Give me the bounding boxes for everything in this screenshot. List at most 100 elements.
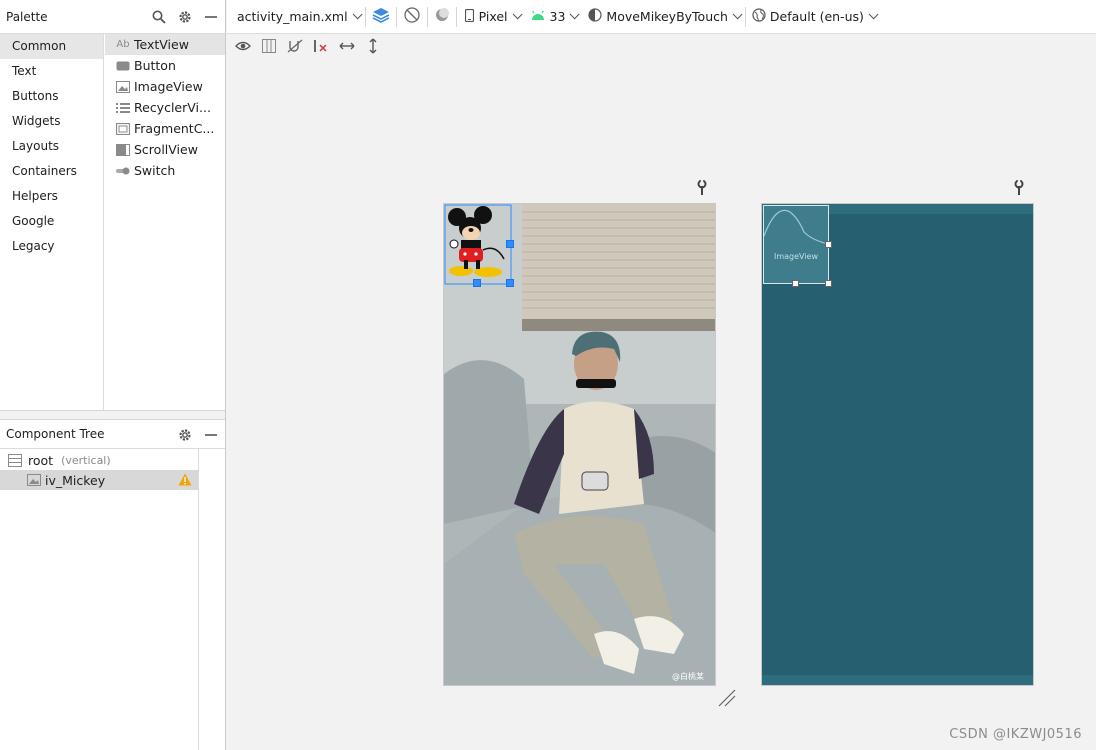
clear-constraints-icon <box>313 39 329 56</box>
palette-title: Palette <box>6 9 48 24</box>
vertical-arrows-icon <box>368 38 378 57</box>
android-icon <box>531 9 545 24</box>
file-dropdown[interactable]: activity_main.xml <box>227 0 365 34</box>
category-common[interactable]: Common <box>0 34 103 59</box>
design-preview[interactable]: @白桃某 <box>443 203 716 686</box>
view-options-toolbar <box>227 34 1096 60</box>
category-containers[interactable]: Containers <box>0 159 103 184</box>
widget-scrollview[interactable]: ScrollView <box>105 139 225 160</box>
category-helpers[interactable]: Helpers <box>0 184 103 209</box>
resize-handle[interactable] <box>506 240 514 248</box>
minimize-icon[interactable] <box>203 427 219 443</box>
textview-icon: Ab <box>116 39 130 50</box>
resize-handle[interactable] <box>825 241 832 248</box>
theme-icon <box>588 8 603 25</box>
imageview-icon <box>115 80 131 94</box>
widget-switch[interactable]: Switch <box>105 160 225 181</box>
locale-dropdown[interactable]: Default (en-us) <box>746 0 881 34</box>
imageview-icon <box>26 472 42 488</box>
fragmentcontainer-icon <box>115 122 131 136</box>
palette-widgets: Ab TextView Button ImageView RecyclerVi.… <box>105 34 225 410</box>
search-icon[interactable] <box>151 9 167 25</box>
panel-splitter[interactable] <box>0 410 225 420</box>
tree-node-label: root <box>28 452 54 468</box>
tree-node-iv-mickey[interactable]: iv_Mickey <box>0 470 198 490</box>
design-canvas[interactable]: @白桃某 ImageView CSDN @IKZWJ0516 <box>227 60 1096 750</box>
tree-node-root[interactable]: root (vertical) <box>0 450 198 470</box>
api-level: 33 <box>549 9 566 24</box>
resize-handle[interactable] <box>825 280 832 287</box>
canvas-resize-icon[interactable] <box>717 688 737 708</box>
category-legacy[interactable]: Legacy <box>0 234 103 259</box>
orientation-dropdown[interactable] <box>397 0 427 34</box>
theme-dropdown[interactable]: MoveMikeyByTouch <box>582 0 745 34</box>
widget-label: Button <box>134 58 176 73</box>
widget-textview[interactable]: Ab TextView <box>105 34 225 55</box>
widget-recyclerview[interactable]: RecyclerVi... <box>105 97 225 118</box>
api-dropdown[interactable]: 33 <box>525 0 583 34</box>
background-photo: @白桃某 <box>444 204 715 685</box>
widget-imageview[interactable]: ImageView <box>105 76 225 97</box>
magnet-off-icon <box>287 39 303 56</box>
orientation-icon <box>403 6 421 27</box>
minimize-icon[interactable] <box>203 9 219 25</box>
blueprint-view[interactable]: ImageView <box>761 203 1034 686</box>
component-tree-title: Component Tree <box>6 427 105 441</box>
layout-bounds-icon <box>262 38 276 56</box>
scrollview-icon <box>115 143 131 157</box>
night-mode-dropdown[interactable] <box>428 0 456 34</box>
switch-icon <box>115 164 131 178</box>
left-panel: Palette Common Text Buttons Widgets Layo… <box>0 0 226 750</box>
widget-fragmentcontainer[interactable]: FragmentC... <box>105 118 225 139</box>
imageview-label: ImageView <box>773 252 819 261</box>
autoconnect-button[interactable] <box>283 36 307 58</box>
locale-name: Default (en-us) <box>769 9 864 24</box>
warning-icon[interactable] <box>178 473 192 489</box>
resize-handle[interactable] <box>792 280 799 287</box>
category-buttons[interactable]: Buttons <box>0 84 103 109</box>
expand-horizontal-button[interactable] <box>335 36 359 58</box>
component-tree-panel: Component Tree root (vertical) iv_Mickey <box>0 420 225 750</box>
widget-label: FragmentC... <box>134 121 215 136</box>
category-google[interactable]: Google <box>0 209 103 234</box>
button-icon <box>115 59 131 73</box>
tree-node-sub: (vertical) <box>61 453 111 467</box>
device-name: Pixel <box>478 9 508 24</box>
night-mode-icon <box>434 7 450 26</box>
horizontal-arrows-icon <box>339 40 355 54</box>
category-layouts[interactable]: Layouts <box>0 134 103 159</box>
theme-name: MoveMikeyByTouch <box>606 9 728 24</box>
globe-icon <box>752 8 766 25</box>
blueprint-nav-bar <box>762 675 1033 685</box>
widget-button[interactable]: Button <box>105 55 225 76</box>
expand-vertical-button[interactable] <box>361 36 385 58</box>
phone-icon <box>464 8 474 25</box>
clear-constraints-button[interactable] <box>309 36 333 58</box>
category-text[interactable]: Text <box>0 59 103 84</box>
palette-header: Palette <box>0 0 225 34</box>
palette-body: Common Text Buttons Widgets Layouts Cont… <box>0 34 225 410</box>
wrench-icon[interactable] <box>696 180 708 196</box>
photo-caption: @白桃某 <box>672 671 704 681</box>
file-name: activity_main.xml <box>237 9 348 24</box>
imageview-placeholder-icon <box>764 209 828 245</box>
resize-handle[interactable] <box>473 279 481 287</box>
gear-icon[interactable] <box>177 9 193 25</box>
blueprint-imageview[interactable]: ImageView <box>763 205 829 284</box>
mickey-image <box>448 206 505 277</box>
component-tree-header: Component Tree <box>0 420 225 449</box>
watermark-text: CSDN @IKZWJ0516 <box>949 727 1082 742</box>
eye-icon <box>235 40 251 55</box>
view-options-button[interactable] <box>231 36 255 58</box>
wrench-icon[interactable] <box>1013 180 1025 196</box>
category-widgets[interactable]: Widgets <box>0 109 103 134</box>
layers-dropdown[interactable] <box>366 0 396 34</box>
device-dropdown[interactable]: Pixel <box>457 0 525 34</box>
show-constraints-button[interactable] <box>257 36 281 58</box>
widget-label: RecyclerVi... <box>134 100 211 115</box>
widget-label: ScrollView <box>134 142 198 157</box>
palette-categories: Common Text Buttons Widgets Layouts Cont… <box>0 34 104 410</box>
recyclerview-icon <box>115 101 131 115</box>
resize-handle[interactable] <box>506 279 514 287</box>
gear-icon[interactable] <box>177 427 193 443</box>
